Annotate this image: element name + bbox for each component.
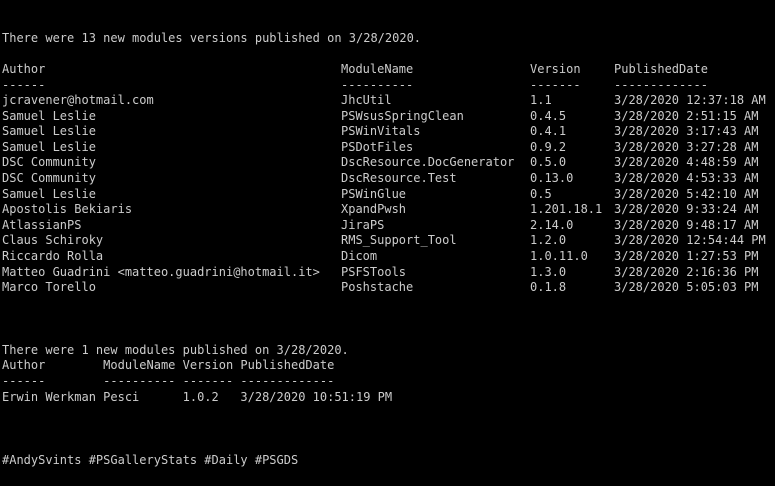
cell-publisheddate: 3/28/2020 2:51:15 AM: [614, 108, 759, 123]
separator-publisheddate: -------------: [614, 78, 708, 92]
cell-author: Samuel Leslie: [2, 108, 96, 123]
cell-modulename: DscResource.Test: [341, 171, 457, 185]
cell-publisheddate: 3/28/2020 9:33:24 AM: [614, 202, 759, 217]
cell-version: 1.2.0: [530, 233, 567, 248]
cell-modulename: XpandPwsh: [341, 202, 407, 217]
separator-modulename: ----------: [341, 78, 414, 92]
cell-publisheddate: 3/28/2020 5:05:03 PM: [614, 280, 759, 295]
table-row: Samuel Leslie PSWsusSpringClean 0.4.5 3/28/…: [2, 109, 775, 125]
header-modulename: ModuleName: [341, 62, 414, 76]
cell-publisheddate: 3/28/2020 3:27:28 AM: [614, 139, 759, 154]
cell-modulename: DscResource.DocGenerator: [341, 155, 515, 170]
cell-modulename: Poshstache: [341, 280, 414, 295]
table-row: Apostolis Bekiaris XpandPwsh 1.201.18.1 3/2…: [2, 202, 775, 218]
table-row: Samuel Leslie PSWinGlue 0.5 3/28/2020 5:42:…: [2, 187, 775, 203]
cell-author: Apostolis Bekiaris: [2, 202, 133, 217]
cell-version: 0.9.2: [530, 139, 567, 154]
header-author: Author: [2, 62, 46, 76]
cell-version: 1.201.18.1: [530, 202, 603, 217]
table-row: AtlassianPS JiraPS 2.14.0 3/28/2020 9:48:17…: [2, 218, 775, 234]
cell-modulename: Dicom: [341, 249, 378, 263]
cell-version: 2.14.0: [530, 217, 574, 232]
section1-header-row: Author ModuleName Version PublishedDate: [2, 62, 775, 78]
cell-author: Matteo Guadrini <matteo.guadrini@hotmail…: [2, 264, 320, 279]
cell-version: 0.1.8: [530, 280, 567, 295]
cell-author: Claus Schiroky: [2, 233, 104, 248]
table-row: DSC Community DscResource.DocGenerator 0.5…: [2, 155, 775, 171]
separator-version: -------: [530, 78, 581, 92]
cell-publisheddate: 3/28/2020 2:16:36 PM: [614, 264, 759, 279]
cell-author: Riccardo Rolla: [2, 249, 104, 263]
console-window: There were 13 new modules versions publi…: [0, 0, 775, 486]
cell-publisheddate: 3/28/2020 12:54:44 PM: [614, 233, 766, 248]
table-row: Samuel Leslie PSDotFiles 0.9.2 3/28/2020 3:…: [2, 140, 775, 156]
cell-modulename: RMS_Support_Tool: [341, 233, 457, 248]
cell-modulename: JhcUtil: [341, 93, 392, 107]
header-publisheddate: PublishedDate: [614, 62, 708, 76]
table-row: Claus Schiroky RMS_Support_Tool 1.2.0 3/28/…: [2, 233, 775, 249]
cell-publisheddate: 3/28/2020 4:53:33 AM: [614, 171, 759, 185]
table-row: Samuel Leslie PSWinVitals 0.4.1 3/28/2020 3…: [2, 124, 775, 140]
cell-modulename: JiraPS: [341, 217, 385, 232]
section1-separator-row: ------ ---------- ------- -------------: [2, 78, 775, 94]
cell-author: jcravener@hotmail.com: [2, 93, 154, 107]
header-version: Version: [530, 62, 581, 76]
cell-publisheddate: 3/28/2020 5:42:10 AM: [614, 186, 759, 201]
table-row: Matteo Guadrini <matteo.guadrini@hotmail…: [2, 265, 775, 281]
table-row: DSC Community DscResource.Test 0.13.0 3/28/…: [2, 171, 775, 187]
section2-summary: There were 1 new modules published on 3/…: [2, 343, 349, 357]
cell-version: 0.13.0: [530, 171, 574, 185]
cell-author: Samuel Leslie: [2, 186, 96, 201]
cell-version: 1.1: [530, 93, 552, 107]
cell-version: 0.4.1: [530, 124, 567, 139]
section2-header-row: Author ModuleName Version PublishedDate: [2, 358, 335, 372]
cell-author: Samuel Leslie: [2, 124, 96, 139]
cell-publisheddate: 3/28/2020 4:48:59 AM: [614, 155, 759, 170]
separator-author: ------: [2, 78, 46, 92]
cell-author: Samuel Leslie: [2, 139, 96, 154]
table-row: Erwin Werkman Pesci 1.0.2 3/28/2020 10:5…: [2, 390, 393, 404]
cell-modulename: PSWinVitals: [341, 124, 421, 139]
cell-publisheddate: 3/28/2020 9:48:17 AM: [614, 217, 759, 232]
section1-summary: There were 13 new modules versions publi…: [2, 31, 422, 45]
cell-version: 0.5.0: [530, 155, 567, 170]
cell-version: 0.4.5: [530, 108, 567, 123]
cell-publisheddate: 3/28/2020 3:17:43 AM: [614, 124, 759, 139]
cell-version: 1.0.11.0: [530, 249, 588, 263]
table-row: Marco Torello Poshstache 0.1.8 3/28/2020 5:…: [2, 280, 775, 296]
cell-author: AtlassianPS: [2, 217, 82, 232]
cell-modulename: PSDotFiles: [341, 139, 414, 154]
cell-version: 1.3.0: [530, 264, 567, 279]
cell-publisheddate: 3/28/2020 12:37:18 AM: [614, 93, 766, 107]
cell-modulename: PSWinGlue: [341, 186, 407, 201]
cell-modulename: PSFSTools: [341, 264, 407, 279]
cell-author: Marco Torello: [2, 280, 96, 295]
hashtags-line: #AndySvints #PSGalleryStats #Daily #PSGD…: [2, 453, 299, 467]
cell-version: 0.5: [530, 186, 552, 201]
table-row: jcravener@hotmail.com JhcUtil 1.1 3/28/2020…: [2, 93, 775, 109]
cell-author: DSC Community: [2, 171, 96, 185]
cell-modulename: PSWsusSpringClean: [341, 108, 464, 123]
table-row: Riccardo Rolla Dicom 1.0.11.0 3/28/2020 1:2…: [2, 249, 775, 265]
cell-publisheddate: 3/28/2020 1:27:53 PM: [614, 249, 759, 263]
cell-author: DSC Community: [2, 155, 96, 170]
section2-separator-row: ------ ---------- ------- -------------: [2, 374, 335, 388]
